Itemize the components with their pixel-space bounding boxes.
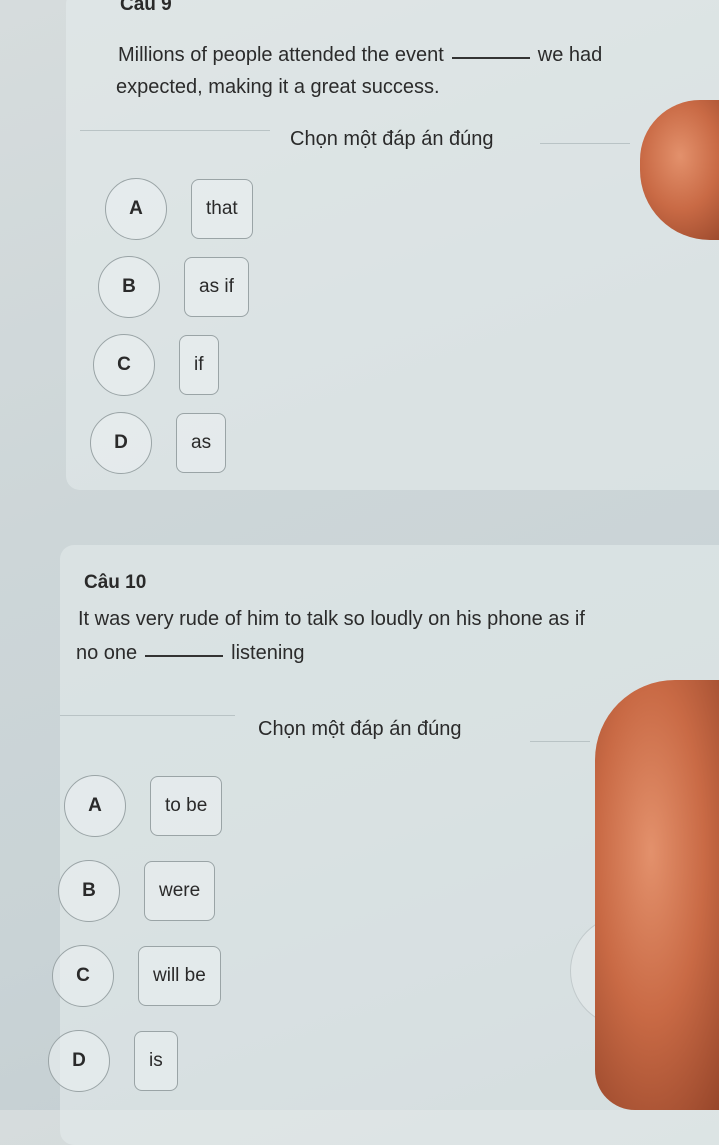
question-9-text-after: we had xyxy=(537,44,603,66)
question-10-blank xyxy=(145,641,224,657)
option-answer[interactable]: as xyxy=(176,413,227,473)
finger-bottom xyxy=(595,680,719,1110)
divider-left xyxy=(80,130,270,131)
question-9-option-b[interactable]: B as if xyxy=(98,256,249,318)
question-9-prompt: Chọn một đáp án đúng xyxy=(290,128,494,150)
option-letter[interactable]: A xyxy=(64,775,126,837)
option-letter[interactable]: B xyxy=(98,256,160,318)
question-9-blank xyxy=(451,43,530,59)
option-letter[interactable]: C xyxy=(93,334,155,396)
question-9-text: Millions of people attended the event we … xyxy=(118,40,678,70)
question-10-option-a[interactable]: A to be xyxy=(64,775,223,837)
option-letter[interactable]: C xyxy=(52,945,114,1007)
question-10-option-c[interactable]: C will be xyxy=(52,945,221,1007)
question-10-text-line1: It was very rude of him to talk so loudl… xyxy=(78,608,585,630)
question-10-text-line2: no one listening xyxy=(76,638,305,668)
question-10-title: Câu 10 xyxy=(84,572,147,593)
option-letter[interactable]: B xyxy=(58,860,120,922)
question-10-text-after: listening xyxy=(231,642,305,664)
question-10-option-d[interactable]: D is xyxy=(48,1030,178,1092)
question-9-text-line2: expected, making it a great success. xyxy=(116,76,440,98)
option-answer[interactable]: to be xyxy=(150,776,223,836)
question-9-option-a[interactable]: A that xyxy=(105,178,253,240)
question-10-text-before: no one xyxy=(76,642,138,664)
question-9-option-c[interactable]: C if xyxy=(93,334,219,396)
option-letter[interactable]: D xyxy=(48,1030,110,1092)
option-answer[interactable]: that xyxy=(191,179,253,239)
question-10-prompt: Chọn một đáp án đúng xyxy=(258,718,462,740)
divider-right xyxy=(530,741,590,742)
option-answer[interactable]: as if xyxy=(184,257,249,317)
question-10-option-b[interactable]: B were xyxy=(58,860,216,922)
divider-left xyxy=(60,715,235,716)
divider-right xyxy=(540,143,630,144)
option-letter[interactable]: A xyxy=(105,178,167,240)
option-answer[interactable]: were xyxy=(144,861,216,921)
option-answer[interactable]: is xyxy=(134,1031,178,1091)
option-answer[interactable]: if xyxy=(179,335,219,395)
question-9-option-d[interactable]: D as xyxy=(90,412,227,474)
option-letter[interactable]: D xyxy=(90,412,152,474)
question-9-title: Cau 9 xyxy=(120,0,172,15)
question-9-text-before: Millions of people attended the event xyxy=(118,44,444,66)
option-answer[interactable]: will be xyxy=(138,946,221,1006)
